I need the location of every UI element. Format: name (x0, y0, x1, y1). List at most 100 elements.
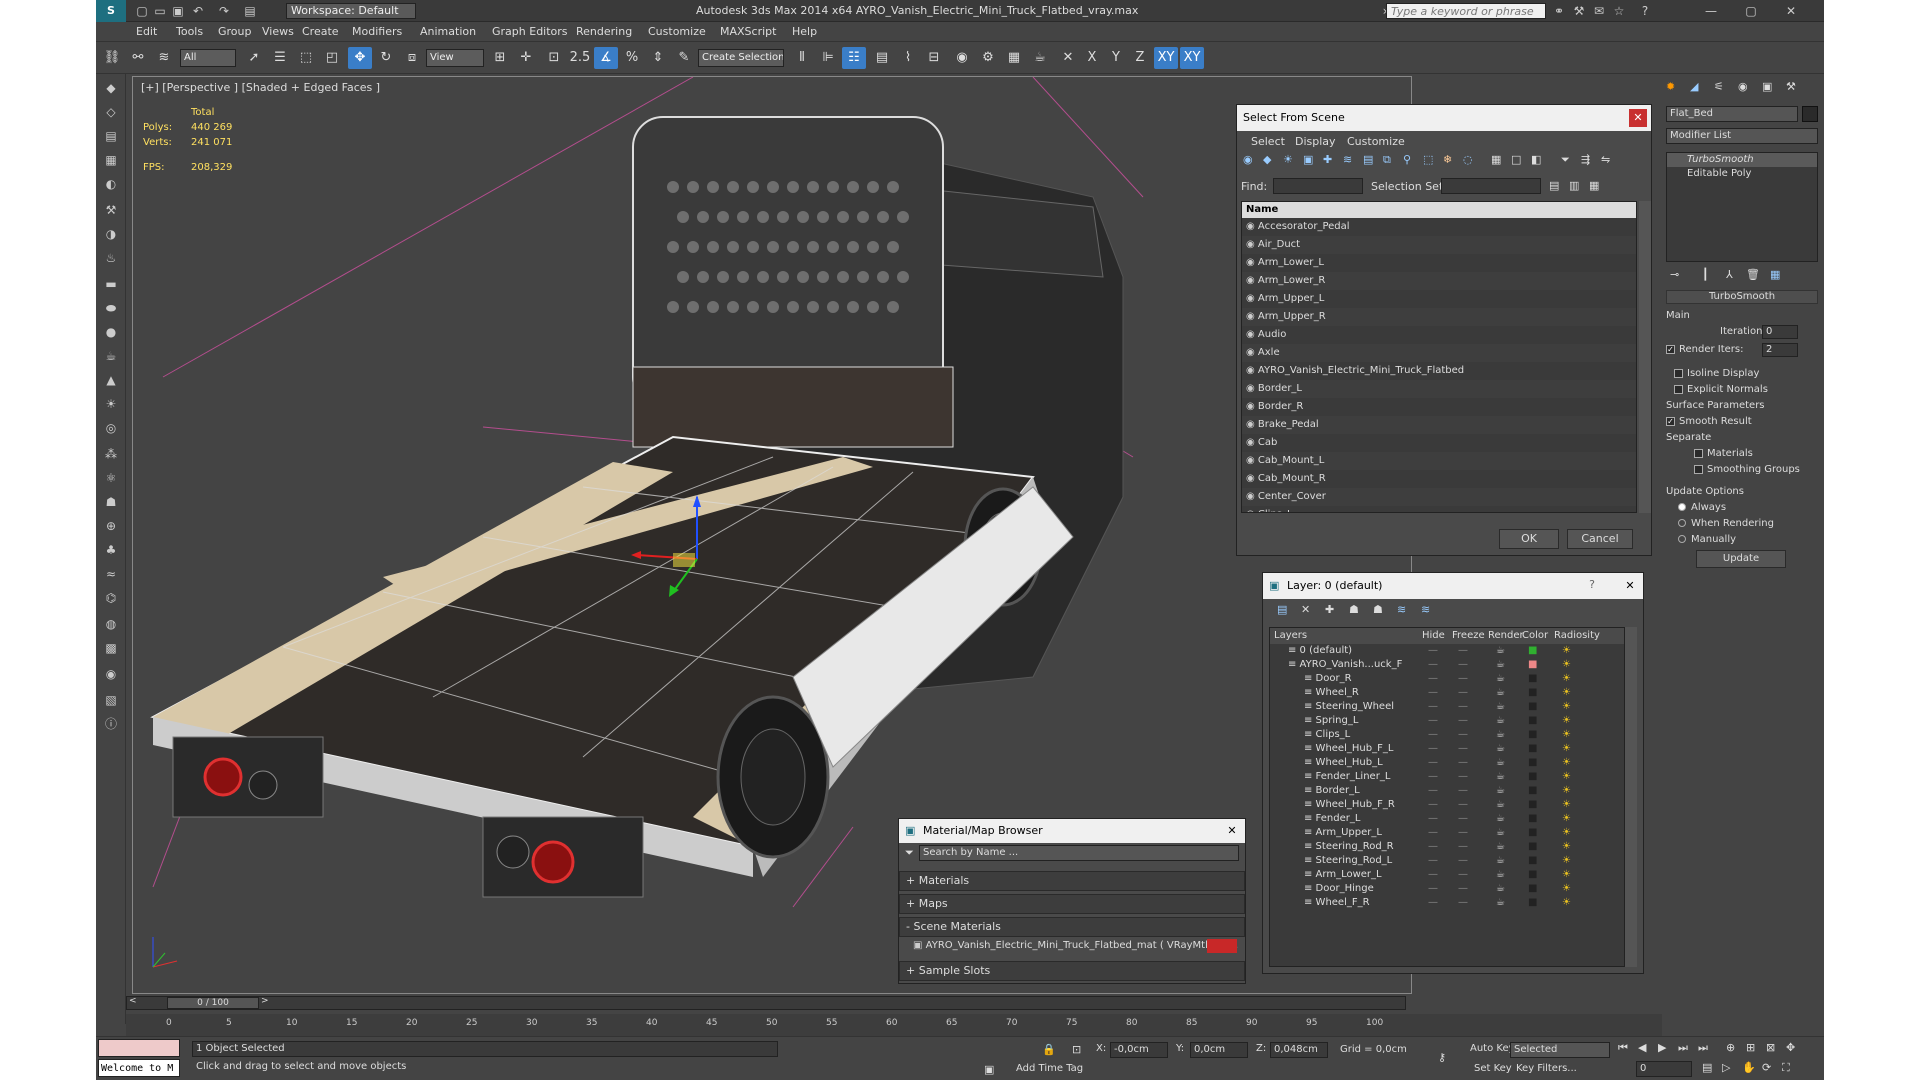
previous-frame-icon[interactable]: ◀ (1638, 1041, 1646, 1054)
hierarchy-toggle-icon[interactable]: ⇶ (1581, 153, 1590, 166)
col-radiosity[interactable]: Radiosity (1554, 630, 1600, 641)
hide-toggle[interactable]: — (1428, 756, 1438, 770)
layer-row[interactable]: ≡ Fender_L — — ☕ ■ ☀ (1270, 812, 1624, 826)
time-config-icon[interactable]: ▤ (1702, 1061, 1712, 1074)
object-color-swatch[interactable] (1802, 106, 1818, 122)
menu-create[interactable]: Create (302, 25, 339, 38)
time-tag-icon[interactable]: ▣ (984, 1063, 994, 1076)
freeze-toggle[interactable]: — (1458, 784, 1468, 798)
layer-row[interactable]: ≡ Steering_Wheel — — ☕ ■ ☀ (1270, 700, 1624, 714)
current-frame-field[interactable]: 0 (1636, 1061, 1692, 1077)
camera-icon[interactable]: ▩ (101, 638, 121, 658)
stack-item-editable-poly[interactable]: Editable Poly (1667, 167, 1817, 181)
layer-row[interactable]: ≡ Door_R — — ☕ ■ ☀ (1270, 672, 1624, 686)
object-list-item[interactable]: ◉ Air_Duct (1242, 236, 1636, 254)
render-toggle[interactable]: ☕ (1496, 784, 1505, 798)
section-maps[interactable]: + Maps (899, 894, 1245, 914)
menu-help[interactable]: Help (792, 25, 817, 38)
render-toggle[interactable]: ☕ (1496, 798, 1505, 812)
layer-color-swatch[interactable]: ■ (1528, 756, 1537, 770)
freeze-toggle[interactable]: — (1458, 714, 1468, 728)
layer-row[interactable]: ≡ Border_L — — ☕ ■ ☀ (1270, 784, 1624, 798)
hide-toggle[interactable]: — (1428, 728, 1438, 742)
box-icon[interactable]: ▬ (101, 274, 121, 294)
tab-select[interactable]: Select (1251, 135, 1285, 148)
display-xrefs-icon[interactable]: ⧉ (1383, 153, 1391, 167)
maxscript-mini-listener-top[interactable] (98, 1039, 180, 1057)
radiosity-toggle[interactable]: ☀ (1562, 840, 1571, 854)
keyword-search-input[interactable]: Type a keyword or phrase (1386, 3, 1546, 19)
zoom-region-icon[interactable]: ⊞ (1746, 1041, 1755, 1054)
delete-layer-icon[interactable]: ✕ (1301, 603, 1310, 616)
radiosity-toggle[interactable]: ☀ (1562, 644, 1571, 658)
unlink-icon[interactable]: ⚯ (126, 47, 150, 69)
open-file-icon[interactable]: ▭ (152, 3, 168, 19)
modify-tab-icon[interactable]: ◢ (1690, 80, 1698, 93)
radiosity-toggle[interactable]: ☀ (1562, 812, 1571, 826)
object-list-item[interactable]: ◉ Audio (1242, 326, 1636, 344)
layer-color-swatch[interactable]: ■ (1528, 728, 1537, 742)
render-toggle[interactable]: ☕ (1496, 840, 1505, 854)
menu-tools[interactable]: Tools (176, 25, 203, 38)
object-list-item[interactable]: ◉ AYRO_Vanish_Electric_Mini_Truck_Flatbe… (1242, 362, 1636, 380)
ok-button[interactable]: OK (1499, 529, 1559, 549)
go-to-end-icon[interactable]: ⏭ (1698, 1041, 1708, 1055)
communication-icon[interactable]: ✉ (1590, 3, 1608, 19)
object-name-field[interactable]: Flat_Bed (1666, 106, 1798, 122)
find-input[interactable] (1273, 178, 1363, 194)
radiosity-toggle[interactable]: ☀ (1562, 784, 1571, 798)
rectangular-selection-icon[interactable]: ⬚ (294, 47, 318, 69)
select-all-icon[interactable]: ▦ (1491, 153, 1501, 166)
save-icon[interactable]: ▣ (170, 3, 186, 19)
key-icon[interactable]: ⚷ (1438, 1051, 1446, 1064)
display-hidden-icon[interactable]: ◌ (1463, 153, 1473, 166)
maximize-viewport-icon[interactable]: ⛶ (1782, 1061, 1790, 1075)
layer-color-swatch[interactable]: ■ (1528, 672, 1537, 686)
add-time-tag[interactable]: Add Time Tag (1016, 1063, 1083, 1074)
object-list-item[interactable]: ◉ Cab_Mount_R (1242, 470, 1636, 488)
rollout-turbosmooth-header[interactable]: TurboSmooth (1666, 290, 1818, 304)
hide-toggle[interactable]: — (1428, 882, 1438, 896)
utilities-icon[interactable]: ⚒ (101, 200, 121, 220)
freeze-toggle[interactable]: — (1458, 854, 1468, 868)
close-icon[interactable]: ✕ (1782, 3, 1800, 19)
freeze-toggle[interactable]: — (1458, 756, 1468, 770)
object-list[interactable]: Name ◉ Accesorator_Pedal ◉ Air_Duct ◉ Arm_… (1241, 201, 1637, 513)
radiosity-toggle[interactable]: ☀ (1562, 658, 1571, 672)
render-toggle[interactable]: ☕ (1496, 770, 1505, 784)
layer-color-swatch[interactable]: ■ (1528, 868, 1537, 882)
project-folder-icon[interactable]: ▤ (242, 3, 258, 19)
time-slider-prev-icon[interactable]: < (129, 996, 137, 1006)
layer-row[interactable]: ≡ Arm_Upper_L — — ☕ ■ ☀ (1270, 826, 1624, 840)
layer-row[interactable]: ≡ Fender_Liner_L — — ☕ ■ ☀ (1270, 770, 1624, 784)
layer-list[interactable]: Layers Hide Freeze Render Color Radiosit… (1269, 627, 1625, 967)
hierarchy-tab-icon[interactable]: ⚟ (1714, 80, 1724, 93)
create-icon[interactable]: ◆ (101, 78, 121, 98)
pan-icon[interactable]: ✋ (1742, 1061, 1756, 1074)
axis-xy-button[interactable]: XY (1154, 47, 1178, 69)
render-toggle[interactable]: ☕ (1496, 686, 1505, 700)
material-search-input[interactable]: Search by Name ... (919, 845, 1239, 861)
freeze-toggle[interactable]: — (1458, 896, 1468, 910)
new-file-icon[interactable]: ▢ (134, 3, 150, 19)
freeze-toggle[interactable]: — (1458, 798, 1468, 812)
curve-editor-icon[interactable]: ⌇ (896, 47, 920, 69)
omni-light-icon[interactable]: ◎ (101, 418, 121, 438)
undo-icon[interactable]: ↶ (190, 3, 206, 19)
selection-set-dropdown[interactable] (1441, 178, 1541, 194)
layer-color-swatch[interactable]: ■ (1528, 770, 1537, 784)
layer-row[interactable]: ≡ Wheel_R — — ☕ ■ ☀ (1270, 686, 1624, 700)
col-freeze[interactable]: Freeze (1452, 630, 1485, 641)
select-object-icon[interactable]: ➚ (242, 47, 266, 69)
menu-customize[interactable]: Customize (648, 25, 706, 38)
hierarchy-icon[interactable]: ▤ (101, 126, 121, 146)
freeze-toggle[interactable]: — (1458, 700, 1468, 714)
display-bones-icon[interactable]: ⚲ (1403, 153, 1411, 166)
layer-row[interactable]: ≡ Wheel_Hub_F_R — — ☕ ■ ☀ (1270, 798, 1624, 812)
make-unique-icon[interactable]: ⅄ (1726, 268, 1733, 281)
snaps-toggle-icon[interactable]: 2.5 (568, 47, 592, 69)
vray-icon[interactable]: ◉ (101, 664, 121, 684)
set-key-button[interactable]: Set Key (1474, 1063, 1512, 1074)
layer-color-swatch[interactable]: ■ (1528, 686, 1537, 700)
cylinder-icon[interactable]: ⬬ (101, 298, 121, 318)
